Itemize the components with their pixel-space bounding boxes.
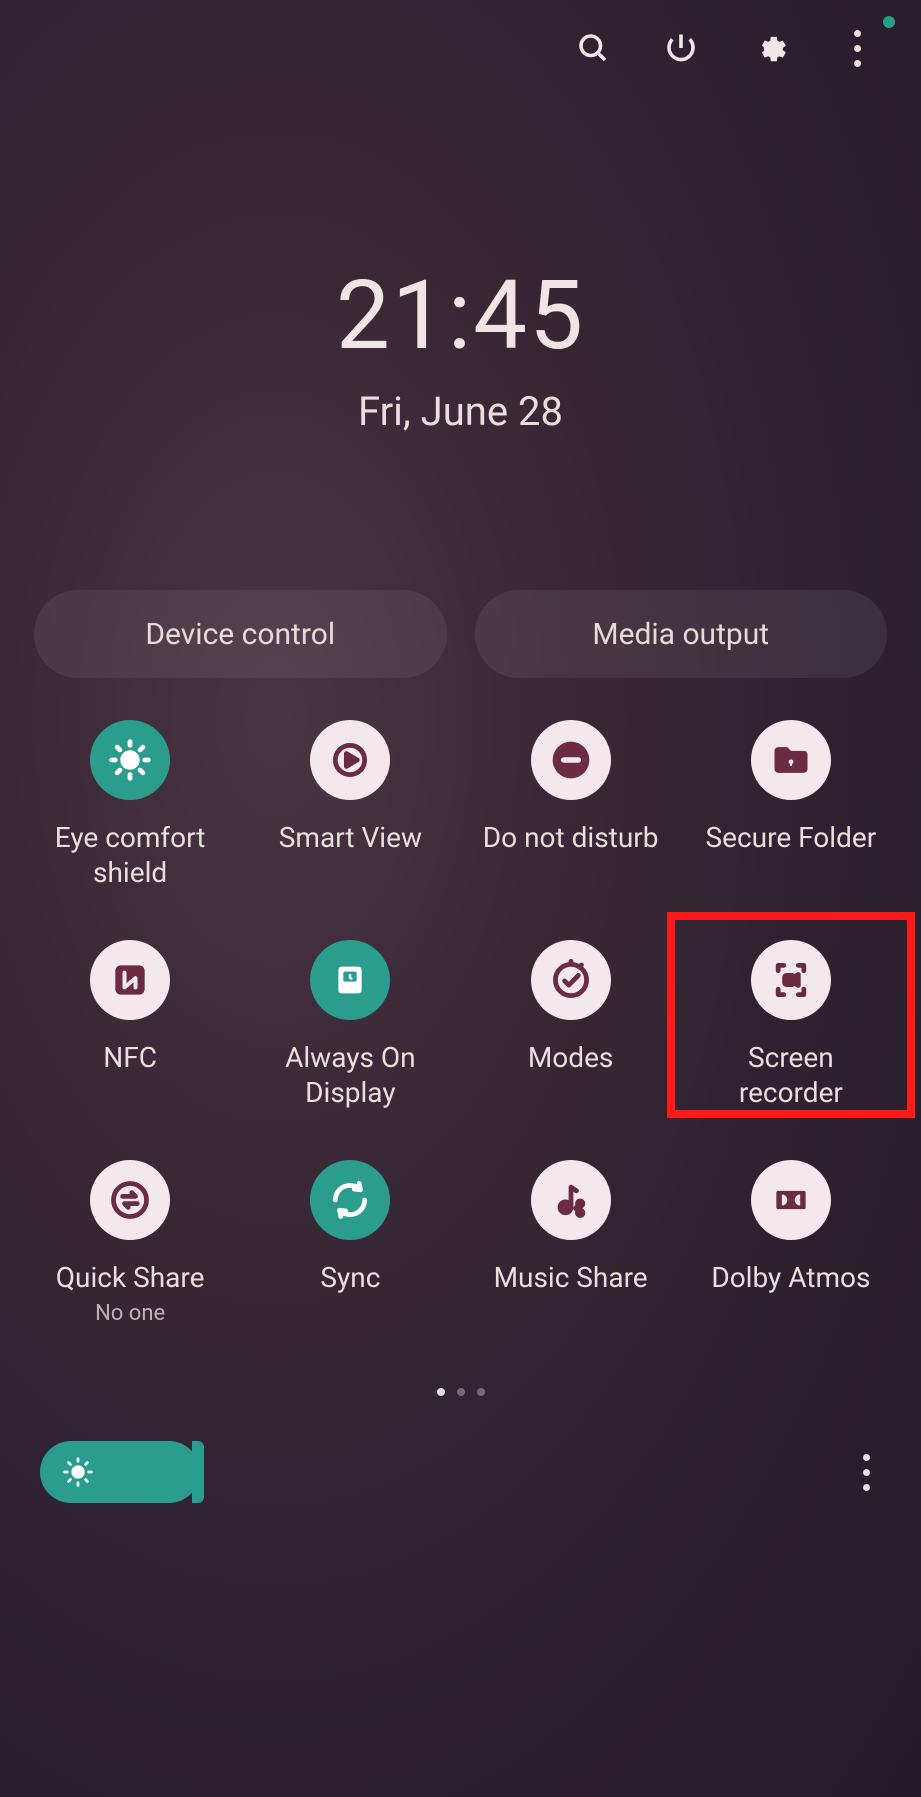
- tile-always-on-display[interactable]: Always On Display: [240, 932, 460, 1110]
- clock-date: Fri, June 28: [0, 388, 921, 435]
- folder-lock-icon[interactable]: [751, 720, 831, 800]
- brightness-more-icon[interactable]: [851, 1454, 881, 1491]
- record-icon[interactable]: [751, 940, 831, 1020]
- tile-quick-share[interactable]: Quick Share No one: [20, 1152, 240, 1326]
- clock-time: 21:45: [0, 260, 921, 372]
- tile-label: Eye comfort shield: [40, 820, 220, 890]
- tile-label: Sync: [320, 1260, 380, 1295]
- search-icon[interactable]: [573, 28, 613, 68]
- tile-sync[interactable]: Sync: [240, 1152, 460, 1326]
- tile-smart-view[interactable]: Smart View: [240, 712, 460, 890]
- tile-do-not-disturb[interactable]: Do not disturb: [461, 712, 681, 890]
- tile-sublabel: No one: [95, 1301, 165, 1326]
- media-output-button[interactable]: Media output: [475, 590, 888, 678]
- gear-icon[interactable]: [749, 28, 789, 68]
- sun-icon[interactable]: [90, 720, 170, 800]
- music-share-icon[interactable]: [531, 1160, 611, 1240]
- tile-label: Music Share: [494, 1260, 648, 1295]
- pager-dots[interactable]: [0, 1388, 921, 1396]
- tile-nfc[interactable]: NFC: [20, 932, 240, 1110]
- swap-icon[interactable]: [90, 1160, 170, 1240]
- tile-label: Do not disturb: [483, 820, 659, 855]
- tile-label: Dolby Atmos: [711, 1260, 870, 1295]
- nfc-icon[interactable]: [90, 940, 170, 1020]
- pager-dot[interactable]: [477, 1388, 485, 1396]
- tile-label: Screen recorder: [701, 1040, 881, 1110]
- quick-settings-grid: Eye comfort shield Smart View Do not distu…: [0, 712, 921, 1326]
- tile-modes[interactable]: Modes: [461, 932, 681, 1110]
- tile-label: Modes: [528, 1040, 614, 1075]
- tile-label: NFC: [103, 1040, 157, 1075]
- datetime-block: 21:45 Fri, June 28: [0, 260, 921, 435]
- pager-dot[interactable]: [437, 1388, 445, 1396]
- tile-label: Smart View: [279, 820, 422, 855]
- dolby-icon[interactable]: [751, 1160, 831, 1240]
- check-circle-icon[interactable]: [531, 940, 611, 1020]
- control-pill-row: Device control Media output: [0, 590, 921, 678]
- device-control-label: Device control: [145, 617, 335, 652]
- dnd-icon[interactable]: [531, 720, 611, 800]
- tile-eye-comfort-shield[interactable]: Eye comfort shield: [20, 712, 240, 890]
- top-toolbar: [0, 18, 921, 78]
- tile-label: Secure Folder: [706, 820, 877, 855]
- tile-label: Quick Share: [56, 1260, 205, 1295]
- device-control-button[interactable]: Device control: [34, 590, 447, 678]
- bottom-bar: [0, 1432, 921, 1512]
- more-icon[interactable]: [837, 28, 877, 68]
- power-icon[interactable]: [661, 28, 701, 68]
- clock-icon[interactable]: [310, 940, 390, 1020]
- brightness-slider[interactable]: [40, 1441, 200, 1503]
- sync-icon[interactable]: [310, 1160, 390, 1240]
- cast-icon[interactable]: [310, 720, 390, 800]
- tile-screen-recorder[interactable]: Screen recorder: [681, 932, 901, 1110]
- pager-dot[interactable]: [457, 1388, 465, 1396]
- media-output-label: Media output: [592, 617, 769, 652]
- tile-dolby-atmos[interactable]: Dolby Atmos: [681, 1152, 901, 1326]
- tile-label: Always On Display: [260, 1040, 440, 1110]
- tile-secure-folder[interactable]: Secure Folder: [681, 712, 901, 890]
- tile-music-share[interactable]: Music Share: [461, 1152, 681, 1326]
